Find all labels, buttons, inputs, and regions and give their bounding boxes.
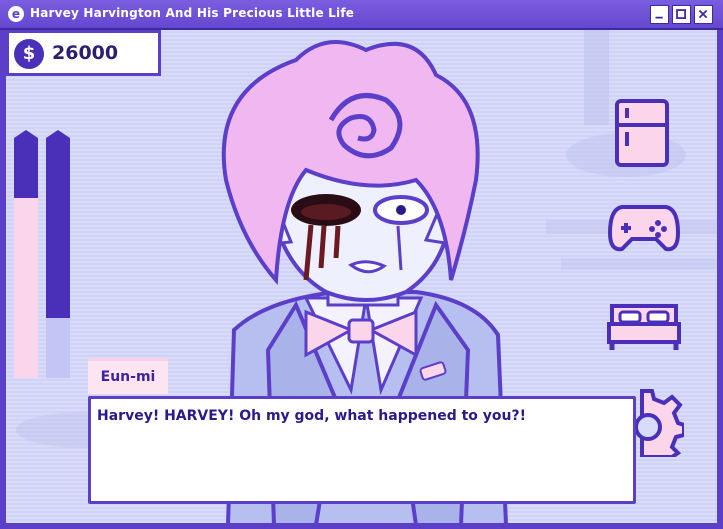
meter-cap (14, 130, 38, 144)
dialog-line: Harvey! HARVEY! Oh my god, what happened… (97, 408, 527, 424)
money-counter: $ 26000 (6, 30, 161, 76)
speaker-name: Eun-mi (88, 358, 168, 394)
dollar-coin-icon: $ (14, 39, 44, 69)
energy-meter-fill (46, 318, 70, 378)
fridge-button[interactable] (614, 98, 670, 168)
bed-button[interactable] (606, 300, 682, 352)
meter-cap (46, 130, 70, 144)
energy-meter (46, 130, 70, 378)
app-logo-icon: e (8, 6, 24, 22)
window-bottom-border (0, 523, 723, 529)
close-button[interactable] (694, 5, 713, 24)
settings-button[interactable] (634, 387, 686, 459)
money-value: 26000 (52, 42, 119, 64)
minimize-button[interactable] (650, 5, 669, 24)
health-meter-fill (14, 198, 38, 378)
gamepad-icon (607, 205, 681, 252)
maximize-icon (676, 9, 686, 19)
dialog-box[interactable]: Harvey! HARVEY! Oh my god, what happened… (88, 396, 636, 504)
title-bar[interactable]: e Harvey Harvington And His Precious Lit… (0, 0, 723, 30)
minimize-icon (655, 16, 663, 19)
close-icon (698, 9, 708, 19)
maximize-button[interactable] (672, 5, 691, 24)
game-window: e Harvey Harvington And His Precious Lit… (0, 0, 723, 529)
health-meter (14, 130, 38, 378)
games-button[interactable] (607, 203, 681, 253)
window-title: Harvey Harvington And His Precious Littl… (30, 6, 355, 20)
gear-icon (634, 389, 686, 459)
bed-icon (607, 304, 681, 350)
fridge-icon (615, 99, 669, 167)
